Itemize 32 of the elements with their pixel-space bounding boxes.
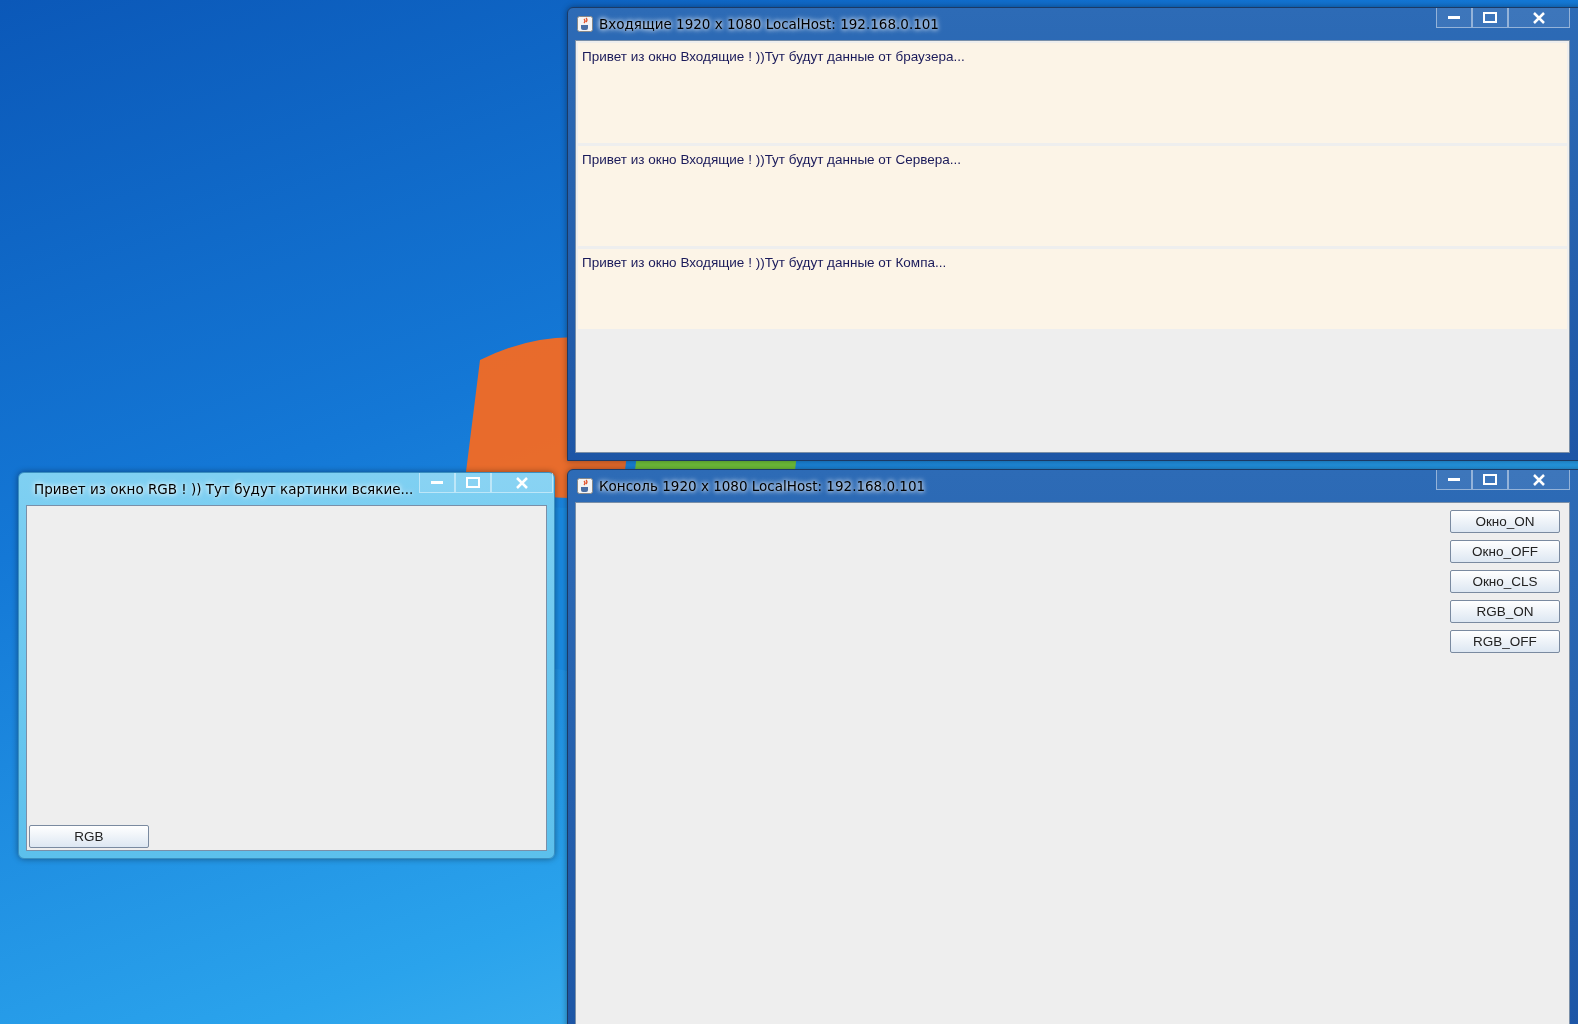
text-area[interactable]: Привет из окно Входящие ! ))Тут будут данные от Сервера...	[578, 146, 1567, 246]
command-button[interactable]: Окно_ON	[1450, 510, 1560, 533]
close-icon	[1532, 11, 1546, 24]
close-icon	[515, 476, 530, 489]
maximize-button[interactable]	[1472, 470, 1508, 490]
close-button[interactable]	[1508, 470, 1570, 490]
minimize-icon	[1448, 15, 1460, 20]
coffee-cup-icon	[577, 478, 593, 494]
command-button[interactable]: Окно_OFF	[1450, 540, 1560, 563]
message-text: Привет из окно Входящие ! ))Тут будут данные от Сервера...	[582, 152, 962, 167]
text-area[interactable]: Привет из окно Входящие ! ))Тут будут данные от браузера...	[578, 43, 1567, 143]
minimize-icon	[1448, 477, 1460, 482]
close-button[interactable]	[1508, 8, 1570, 28]
maximize-button[interactable]	[1472, 8, 1508, 28]
minimize-icon	[431, 480, 444, 485]
minimize-button[interactable]	[1436, 470, 1472, 490]
coffee-cup-icon	[577, 16, 593, 32]
window-title: Входящие 1920 x 1080 LocalHost: 192.168.0.101	[599, 16, 940, 32]
message-text: Привет из окно Входящие ! ))Тут будут данные от Компа...	[582, 255, 947, 270]
command-button[interactable]: RGB_ON	[1450, 600, 1560, 623]
close-icon	[1532, 473, 1546, 486]
rgb-button[interactable]: RGB	[29, 825, 149, 848]
window-title: Консоль 1920 x 1080 LocalHost: 192.168.0.101	[599, 478, 927, 494]
command-button[interactable]: Окно_CLS	[1450, 570, 1560, 593]
window-title: Привет из окно RGB ! )) Тут будут картинки всякие...	[34, 481, 414, 497]
maximize-icon	[1483, 474, 1497, 485]
message-text: Привет из окно Входящие ! ))Тут будут данные от браузера...	[582, 49, 965, 64]
text-area[interactable]: Привет из окно Входящие ! ))Тут будут данные от Компа...	[578, 249, 1567, 329]
command-button[interactable]: RGB_OFF	[1450, 630, 1560, 653]
minimize-button[interactable]	[1436, 8, 1472, 28]
maximize-icon	[1483, 12, 1497, 23]
maximize-icon	[466, 477, 481, 488]
